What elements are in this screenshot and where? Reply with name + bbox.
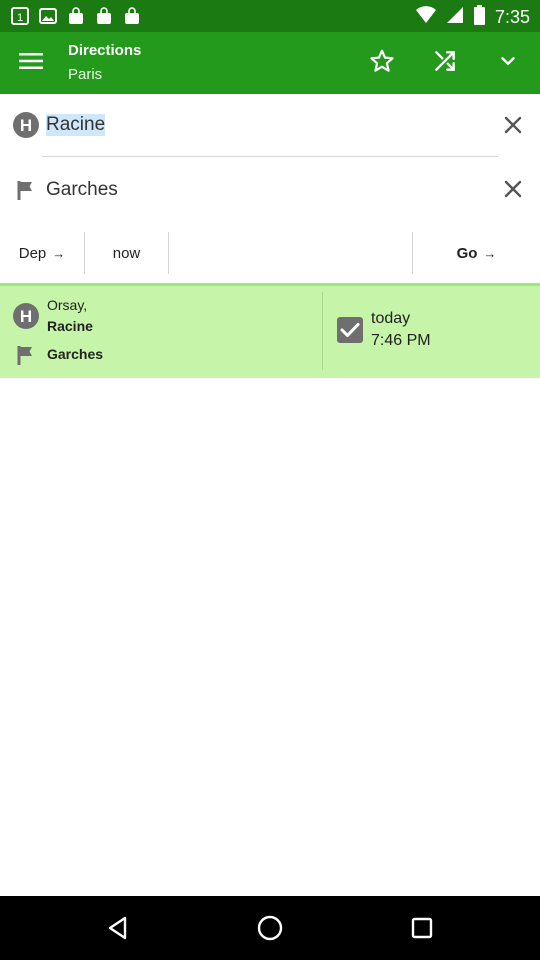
shopping-bag-icon xyxy=(66,6,86,26)
check-icon xyxy=(336,316,364,349)
notification-1-icon: 1 xyxy=(10,6,30,26)
menu-button[interactable] xyxy=(12,44,50,82)
flag-icon xyxy=(14,343,38,372)
status-indicators: 7:35 xyxy=(415,5,530,30)
clear-from-button[interactable] xyxy=(498,110,528,140)
favorite-button[interactable] xyxy=(363,44,401,82)
result-stops: H Orsay, Racine Garches xyxy=(0,286,322,378)
page-subtitle: Paris xyxy=(68,66,103,83)
route-result[interactable]: H Orsay, Racine Garches today 7:46 PM xyxy=(0,286,540,378)
status-time: 7:35 xyxy=(494,7,530,27)
wifi-icon xyxy=(415,6,436,29)
dep-arrow: → xyxy=(52,245,66,261)
home-button[interactable] xyxy=(250,908,290,948)
result-time: today 7:46 PM xyxy=(324,286,540,378)
recents-icon xyxy=(411,917,433,939)
options-row: Dep → now Go → xyxy=(0,232,540,274)
result-from-line2: Racine xyxy=(47,318,93,334)
hotel-h-icon: H xyxy=(12,302,40,335)
shopping-bag-icon xyxy=(94,6,114,26)
close-icon xyxy=(504,116,522,134)
image-icon xyxy=(38,6,58,26)
title-block: Directions Paris xyxy=(68,41,141,85)
swap-button[interactable] xyxy=(426,44,464,82)
page-title: Directions xyxy=(68,42,142,59)
go-label: Go xyxy=(456,244,478,262)
menu-icon xyxy=(19,52,43,75)
result-to: Garches xyxy=(47,346,104,362)
go-button[interactable]: Go → xyxy=(413,232,540,274)
svg-text:H: H xyxy=(20,116,32,135)
star-icon xyxy=(369,48,395,79)
chevron-down-icon xyxy=(497,50,519,77)
status-bar: 1 7:35 xyxy=(0,0,540,32)
result-day: today xyxy=(371,310,411,327)
result-arrival-time: 7:46 PM xyxy=(371,332,431,349)
result-from-line1: Orsay, xyxy=(47,297,88,313)
more-options-button[interactable] xyxy=(489,44,527,82)
navigation-bar xyxy=(0,896,540,960)
svg-text:1: 1 xyxy=(17,12,23,24)
back-icon xyxy=(108,916,127,940)
from-input[interactable]: Racine xyxy=(46,114,106,136)
departure-toggle[interactable]: Dep → xyxy=(0,232,84,274)
svg-text:H: H xyxy=(20,307,32,326)
app-bar: Directions Paris xyxy=(0,32,540,94)
time-selector[interactable]: now xyxy=(85,232,168,274)
flag-icon xyxy=(12,176,40,204)
shuffle-icon xyxy=(432,48,458,79)
home-icon xyxy=(257,915,283,941)
status-notifications: 1 xyxy=(10,6,142,26)
signal-icon xyxy=(446,6,464,29)
dep-label: Dep xyxy=(18,244,47,262)
recents-button[interactable] xyxy=(402,908,442,948)
hotel-h-icon: H xyxy=(12,111,40,139)
close-icon xyxy=(504,180,522,198)
when-label: now xyxy=(112,244,141,262)
battery-icon xyxy=(473,5,485,30)
clear-to-button[interactable] xyxy=(498,174,528,204)
to-row: Garches xyxy=(0,158,540,220)
shopping-bag-icon xyxy=(122,6,142,26)
field-divider xyxy=(42,156,498,157)
to-input[interactable]: Garches xyxy=(46,179,118,201)
result-divider xyxy=(322,292,323,370)
go-arrow: → xyxy=(483,245,497,261)
option-divider xyxy=(168,232,169,274)
from-row: H Racine xyxy=(0,94,540,156)
back-button[interactable] xyxy=(98,908,138,948)
